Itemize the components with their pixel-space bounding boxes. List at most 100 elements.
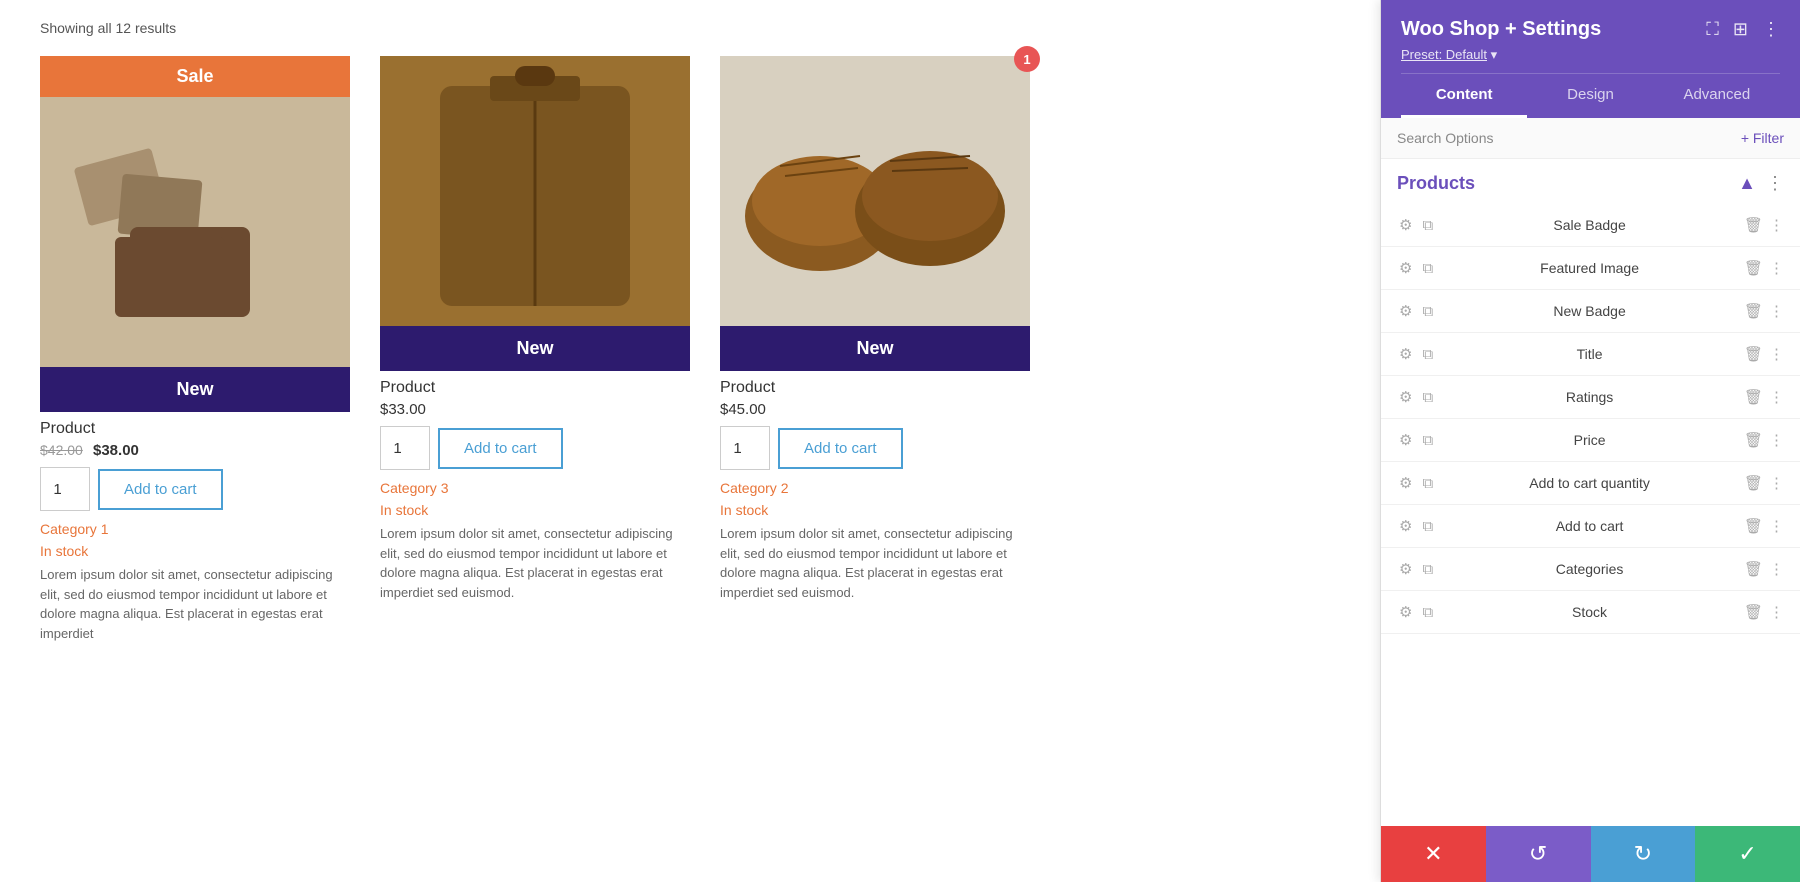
- component-row-add-to-cart-quantity: ⚙ ⧉ Add to cart quantity 🗑 ⋮: [1381, 462, 1800, 505]
- component-row-ratings: ⚙ ⧉ Ratings 🗑 ⋮: [1381, 376, 1800, 419]
- comp-name-price: Price: [1443, 432, 1736, 448]
- delete-icon-price[interactable]: 🗑: [1744, 431, 1763, 449]
- duplicate-icon-title[interactable]: ⧉: [1420, 344, 1435, 365]
- settings-icon-new-badge[interactable]: ⚙: [1397, 300, 1414, 322]
- duplicate-icon-price[interactable]: ⧉: [1420, 430, 1435, 451]
- save-button[interactable]: ✓: [1695, 826, 1800, 882]
- more-icon-new-badge[interactable]: ⋮: [1769, 302, 1784, 320]
- more-icon-price[interactable]: ⋮: [1769, 431, 1784, 449]
- comp-name-ratings: Ratings: [1443, 389, 1736, 405]
- product-name-3: Product: [720, 379, 1030, 397]
- duplicate-icon-featured-image[interactable]: ⧉: [1420, 258, 1435, 279]
- comp-right-icons-atcq: 🗑 ⋮: [1744, 474, 1784, 492]
- comp-name-new-badge: New Badge: [1443, 303, 1736, 319]
- price-new-1: $38.00: [93, 442, 139, 459]
- more-icon-atc[interactable]: ⋮: [1769, 517, 1784, 535]
- product-stock-2: In stock: [380, 502, 690, 518]
- columns-icon[interactable]: ⊞: [1733, 19, 1748, 40]
- collapse-icon[interactable]: ▲: [1738, 173, 1756, 194]
- duplicate-icon-atcq[interactable]: ⧉: [1420, 473, 1435, 494]
- preset-label[interactable]: Preset: Default: [1401, 47, 1487, 62]
- filter-button[interactable]: + Filter: [1741, 130, 1784, 146]
- price-3: $45.00: [720, 401, 766, 418]
- tab-content[interactable]: Content: [1401, 74, 1527, 118]
- settings-icon-featured-image[interactable]: ⚙: [1397, 257, 1414, 279]
- more-icon-featured-image[interactable]: ⋮: [1769, 259, 1784, 277]
- comp-name-atcq: Add to cart quantity: [1443, 475, 1736, 491]
- delete-icon-ratings[interactable]: 🗑: [1744, 388, 1763, 406]
- settings-icon-sale-badge[interactable]: ⚙: [1397, 214, 1414, 236]
- tab-advanced[interactable]: Advanced: [1654, 74, 1780, 118]
- bottom-toolbar: ✕ ↺ ↻ ✓: [1381, 826, 1800, 882]
- component-row-sale-badge: ⚙ ⧉ Sale Badge 🗑 ⋮: [1381, 204, 1800, 247]
- product-image-3: [720, 56, 1030, 326]
- section-header-icons: ▲ ⋮: [1738, 173, 1784, 194]
- delete-icon-stock[interactable]: 🗑: [1744, 603, 1763, 621]
- product-desc-1: Lorem ipsum dolor sit amet, consectetur …: [40, 565, 350, 643]
- more-options-icon[interactable]: ⋮: [1762, 19, 1780, 40]
- component-row-title: ⚙ ⧉ Title 🗑 ⋮: [1381, 333, 1800, 376]
- qty-input-1[interactable]: [40, 467, 90, 511]
- duplicate-icon-ratings[interactable]: ⧉: [1420, 387, 1435, 408]
- product-price-2: $33.00: [380, 401, 690, 418]
- undo-button[interactable]: ↺: [1486, 826, 1591, 882]
- comp-left-icons-atc: ⚙ ⧉: [1397, 515, 1435, 537]
- qty-input-2[interactable]: [380, 426, 430, 470]
- delete-icon-atc[interactable]: 🗑: [1744, 517, 1763, 535]
- duplicate-icon-sale-badge[interactable]: ⧉: [1420, 215, 1435, 236]
- add-to-cart-button-3[interactable]: Add to cart: [778, 428, 903, 469]
- more-icon-title[interactable]: ⋮: [1769, 345, 1784, 363]
- delete-icon-title[interactable]: 🗑: [1744, 345, 1763, 363]
- duplicate-icon-new-badge[interactable]: ⧉: [1420, 301, 1435, 322]
- comp-right-icons-ratings: 🗑 ⋮: [1744, 388, 1784, 406]
- delete-icon-sale-badge[interactable]: 🗑: [1744, 216, 1763, 234]
- product-card-1: Sale New Product $42.0: [40, 56, 350, 651]
- close-button[interactable]: ✕: [1381, 826, 1486, 882]
- product-stock-1: In stock: [40, 543, 350, 559]
- add-to-cart-button-1[interactable]: Add to cart: [98, 469, 223, 510]
- settings-icon-stock[interactable]: ⚙: [1397, 601, 1414, 623]
- search-options-bar: Search Options + Filter: [1381, 118, 1800, 159]
- product-category-2[interactable]: Category 3: [380, 480, 690, 496]
- comp-left-icons-sale-badge: ⚙ ⧉: [1397, 214, 1435, 236]
- settings-icon-price[interactable]: ⚙: [1397, 429, 1414, 451]
- settings-icon-atcq[interactable]: ⚙: [1397, 472, 1414, 494]
- delete-icon-new-badge[interactable]: 🗑: [1744, 302, 1763, 320]
- add-to-cart-row-3: Add to cart: [720, 426, 1030, 470]
- comp-left-icons-new-badge: ⚙ ⧉: [1397, 300, 1435, 322]
- duplicate-icon-atc[interactable]: ⧉: [1420, 516, 1435, 537]
- comp-left-icons-stock: ⚙ ⧉: [1397, 601, 1435, 623]
- qty-input-3[interactable]: [720, 426, 770, 470]
- more-icon-atcq[interactable]: ⋮: [1769, 474, 1784, 492]
- delete-icon-categories[interactable]: 🗑: [1744, 560, 1763, 578]
- section-more-icon[interactable]: ⋮: [1766, 173, 1784, 194]
- settings-icon-ratings[interactable]: ⚙: [1397, 386, 1414, 408]
- product-price-1: $42.00 $38.00: [40, 442, 350, 459]
- product-category-3[interactable]: Category 2: [720, 480, 1030, 496]
- comp-left-icons-atcq: ⚙ ⧉: [1397, 472, 1435, 494]
- products-section-header: Products ▲ ⋮: [1381, 159, 1800, 204]
- preset-row[interactable]: Preset: Default ▾: [1401, 47, 1780, 63]
- duplicate-icon-stock[interactable]: ⧉: [1420, 602, 1435, 623]
- component-row-add-to-cart: ⚙ ⧉ Add to cart 🗑 ⋮: [1381, 505, 1800, 548]
- delete-icon-featured-image[interactable]: 🗑: [1744, 259, 1763, 277]
- comp-right-icons-categories: 🗑 ⋮: [1744, 560, 1784, 578]
- comp-name-title: Title: [1443, 346, 1736, 362]
- more-icon-sale-badge[interactable]: ⋮: [1769, 216, 1784, 234]
- settings-icon-categories[interactable]: ⚙: [1397, 558, 1414, 580]
- fullscreen-icon[interactable]: ⛶: [1706, 19, 1719, 40]
- comp-right-icons-new-badge: 🗑 ⋮: [1744, 302, 1784, 320]
- redo-button[interactable]: ↻: [1591, 826, 1696, 882]
- settings-icon-title[interactable]: ⚙: [1397, 343, 1414, 365]
- price-2: $33.00: [380, 401, 426, 418]
- more-icon-categories[interactable]: ⋮: [1769, 560, 1784, 578]
- add-to-cart-button-2[interactable]: Add to cart: [438, 428, 563, 469]
- product-category-1[interactable]: Category 1: [40, 521, 350, 537]
- more-icon-ratings[interactable]: ⋮: [1769, 388, 1784, 406]
- tab-design[interactable]: Design: [1527, 74, 1653, 118]
- delete-icon-atcq[interactable]: 🗑: [1744, 474, 1763, 492]
- component-row-featured-image: ⚙ ⧉ Featured Image 🗑 ⋮: [1381, 247, 1800, 290]
- duplicate-icon-categories[interactable]: ⧉: [1420, 559, 1435, 580]
- settings-icon-atc[interactable]: ⚙: [1397, 515, 1414, 537]
- more-icon-stock[interactable]: ⋮: [1769, 603, 1784, 621]
